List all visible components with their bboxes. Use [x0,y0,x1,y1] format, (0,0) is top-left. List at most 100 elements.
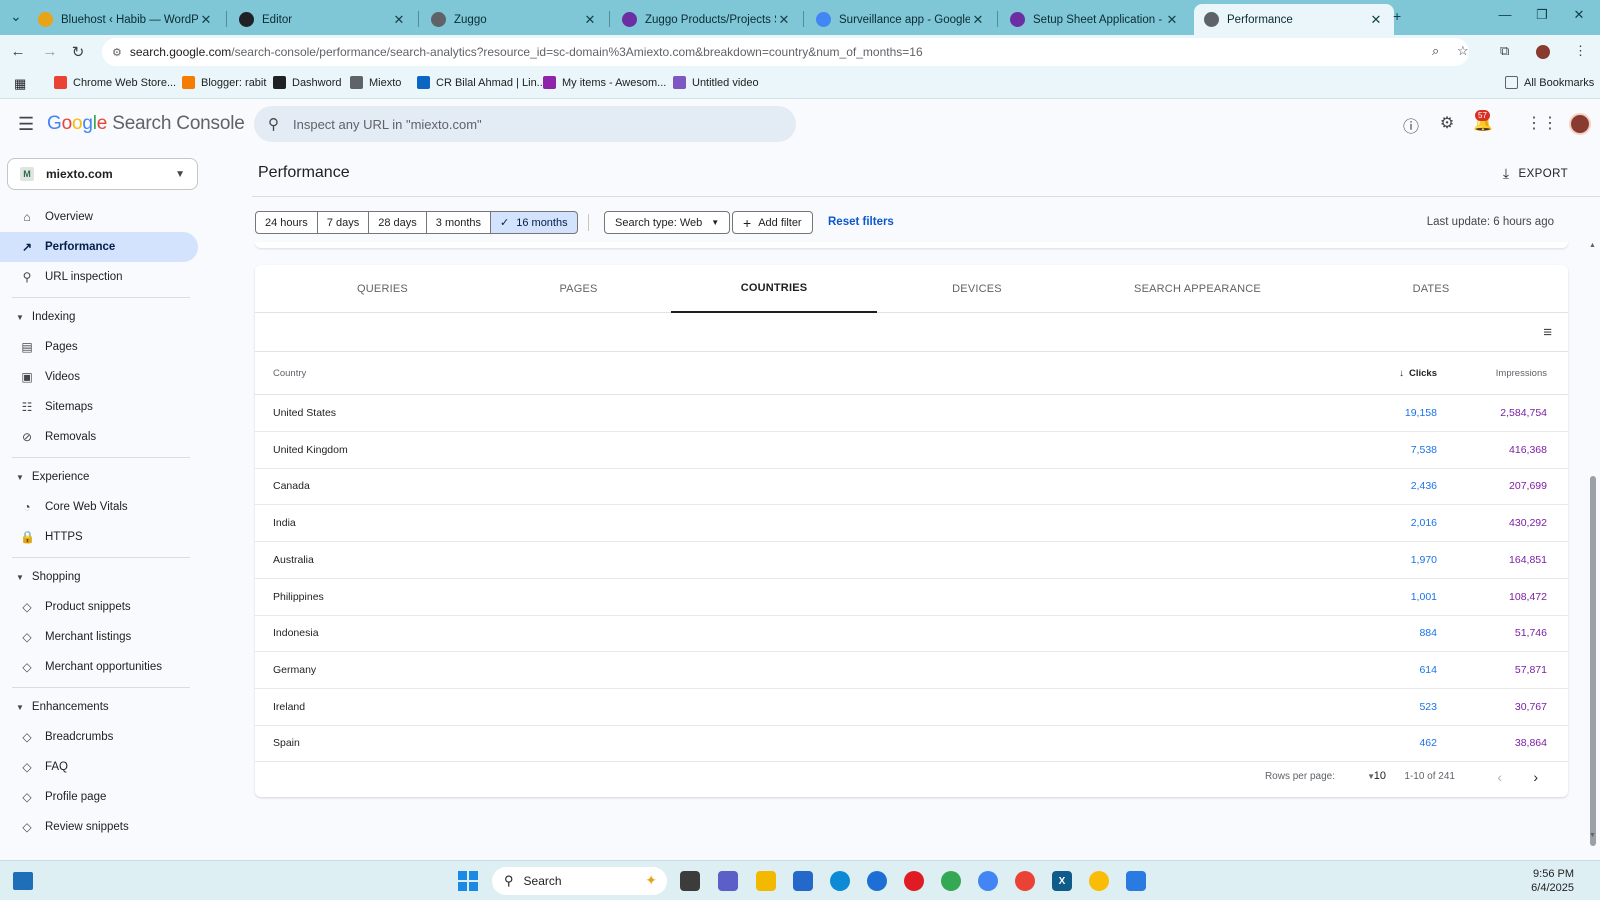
scroll-down-icon[interactable]: ▼ [1589,832,1596,839]
export-button[interactable]: ⤓ EXPORT [1503,165,1568,182]
sidebar-section-enhancements[interactable]: ▼ Enhancements [0,695,109,719]
sidebar-item-overview[interactable]: ⌂ Overview [0,202,198,232]
widgets-icon[interactable] [13,872,33,890]
chrome-profile-icon[interactable] [978,871,998,891]
edge-icon[interactable] [830,871,850,891]
date-range-24-hours[interactable]: 24 hours [255,211,318,234]
file-explorer-icon[interactable] [756,871,776,891]
manage-users-icon[interactable]: ⚙ [1436,113,1458,133]
chrome-profile-icon[interactable] [1015,871,1035,891]
column-header-impressions[interactable]: Impressions [1496,368,1547,379]
column-header-clicks[interactable]: ↓ Clicks [1399,368,1437,379]
close-tab-icon[interactable]: ✕ [391,12,407,28]
windows-start-icon[interactable] [458,871,478,891]
sidebar-section-experience[interactable]: ▼ Experience [0,465,89,489]
tab-countries[interactable]: COUNTRIES [671,265,877,313]
table-row[interactable]: Australia 1,970 164,851 [255,542,1568,579]
date-range-7-days[interactable]: 7 days [316,211,370,234]
sidebar-item-merchant-listings[interactable]: ◇ Merchant listings [0,622,198,652]
url-inspection-search[interactable]: ⚲ Inspect any URL in "miexto.com" [254,106,796,142]
table-row[interactable]: Philippines 1,001 108,472 [255,579,1568,616]
app-icon[interactable]: X [1052,871,1072,891]
table-row[interactable]: Indonesia 884 51,746 [255,615,1568,653]
tab-search-chevron-icon[interactable]: ⌄ [10,8,22,25]
account-avatar[interactable] [1569,113,1591,135]
store-icon[interactable] [793,871,813,891]
chrome-icon[interactable] [941,871,961,891]
tab-dates[interactable]: DATES [1318,265,1544,313]
date-range-3-months[interactable]: 3 months [425,211,492,234]
property-selector[interactable]: M miexto.com ▼ [7,158,198,190]
minimize-icon[interactable]: — [1495,7,1515,22]
sidebar-item-profile-page[interactable]: ◇ Profile page [0,782,198,812]
main-menu-icon[interactable]: ☰ [18,114,34,135]
app-icon[interactable] [867,871,887,891]
reload-icon[interactable]: ↻ [68,43,88,61]
teams-icon[interactable] [718,871,738,891]
table-row[interactable]: Canada 2,436 207,699 [255,468,1568,506]
sidebar-section-shopping[interactable]: ▼ Shopping [0,565,81,589]
sidebar-item-videos[interactable]: ▣ Videos [0,362,198,392]
url-input[interactable]: ⚙ search.google.com/search-console/perfo… [102,38,1469,66]
search-type-dropdown[interactable]: Search type: Web ▼ [604,211,731,234]
profile-avatar[interactable] [1536,45,1550,59]
taskbar-search[interactable]: ⚲ Search ✦ [492,867,667,895]
bookmark-item[interactable]: Blogger: rabit [182,76,266,89]
table-row[interactable]: United Kingdom 7,538 416,368 [255,432,1568,469]
browser-tab[interactable]: Bluehost ‹ Habib — WordPress✕ [28,4,224,35]
task-view-icon[interactable] [680,871,700,891]
browser-tab[interactable]: Zuggo Products/Projects Show✕ [612,4,802,35]
sidebar-item-review-snippets[interactable]: ◇ Review snippets [0,812,198,842]
browser-tab[interactable]: Setup Sheet Application - Zugg✕ [1000,4,1190,35]
sidebar-item-product-snippets[interactable]: ◇ Product snippets [0,592,198,622]
snipping-tool-icon[interactable] [1126,871,1146,891]
browser-tab[interactable]: Surveillance app - Google Sear✕ [806,4,996,35]
sidebar-section-indexing[interactable]: ▼ Indexing [0,305,75,329]
close-tab-icon[interactable]: ✕ [776,12,792,28]
opera-icon[interactable] [904,871,924,891]
all-bookmarks-folder[interactable]: All Bookmarks [1505,76,1594,89]
caret-down-icon[interactable]: ▼ [1367,772,1375,781]
filter-rows-icon[interactable]: ≡ [1543,324,1552,341]
restore-icon[interactable]: ❐ [1532,7,1552,23]
extensions-icon[interactable]: ⧉ [1500,43,1509,59]
sidebar-item-merchant-opportunities[interactable]: ◇ Merchant opportunities [0,652,198,682]
scrollbar-thumb[interactable] [1590,476,1596,846]
reset-filters-link[interactable]: Reset filters [828,216,894,228]
bookmark-item[interactable]: Miexto [350,76,401,89]
browser-menu-icon[interactable]: ⋮ [1574,43,1587,59]
table-row[interactable]: India 2,016 430,292 [255,505,1568,543]
table-row[interactable]: Ireland 523 30,767 [255,689,1568,726]
page-scrollbar[interactable]: ▲ ▼ [1586,151,1600,860]
table-row[interactable]: Germany 614 57,871 [255,652,1568,689]
back-icon[interactable]: ← [8,43,28,60]
apps-launcher-icon[interactable]: ⋮⋮ [1526,113,1558,133]
sidebar-item-https[interactable]: 🔒 HTTPS [0,522,198,552]
close-tab-icon[interactable]: ✕ [1164,12,1180,28]
rows-per-page-select[interactable]: 10 [1374,770,1386,782]
close-tab-icon[interactable]: ✕ [198,12,214,28]
bookmark-star-icon[interactable]: ☆ [1457,43,1469,59]
date-range-28-days[interactable]: 28 days [368,211,427,234]
add-filter-button[interactable]: + Add filter [732,211,813,234]
sidebar-item-breadcrumbs[interactable]: ◇ Breadcrumbs [0,722,198,752]
previous-page-icon[interactable]: ‹ [1497,769,1502,785]
table-row[interactable]: United States 19,158 2,584,754 [255,395,1568,432]
column-header-country[interactable]: Country [273,368,306,379]
close-tab-icon[interactable]: ✕ [970,12,986,28]
tab-queries[interactable]: QUERIES [279,265,486,313]
close-window-icon[interactable]: ✕ [1569,7,1589,23]
next-page-icon[interactable]: › [1533,769,1538,785]
bookmark-item[interactable]: My items - Awesom... [543,76,666,89]
close-tab-icon[interactable]: ✕ [1368,12,1384,28]
bookmark-item[interactable]: CR Bilal Ahmad | Lin... [417,76,546,89]
close-tab-icon[interactable]: ✕ [582,12,598,28]
sidebar-item-removals[interactable]: ⊘ Removals [0,422,198,452]
new-tab-plus-icon[interactable]: + [1393,8,1401,24]
sidebar-item-url-inspection[interactable]: ⚲ URL inspection [0,262,198,292]
browser-tab[interactable]: Zuggo ✕ [421,4,608,35]
browser-tab[interactable]: Performance ✕ [1194,4,1394,35]
scroll-up-icon[interactable]: ▲ [1589,242,1596,249]
tab-pages[interactable]: PAGES [486,265,671,313]
table-row[interactable]: Spain 462 38,864 [255,725,1568,763]
